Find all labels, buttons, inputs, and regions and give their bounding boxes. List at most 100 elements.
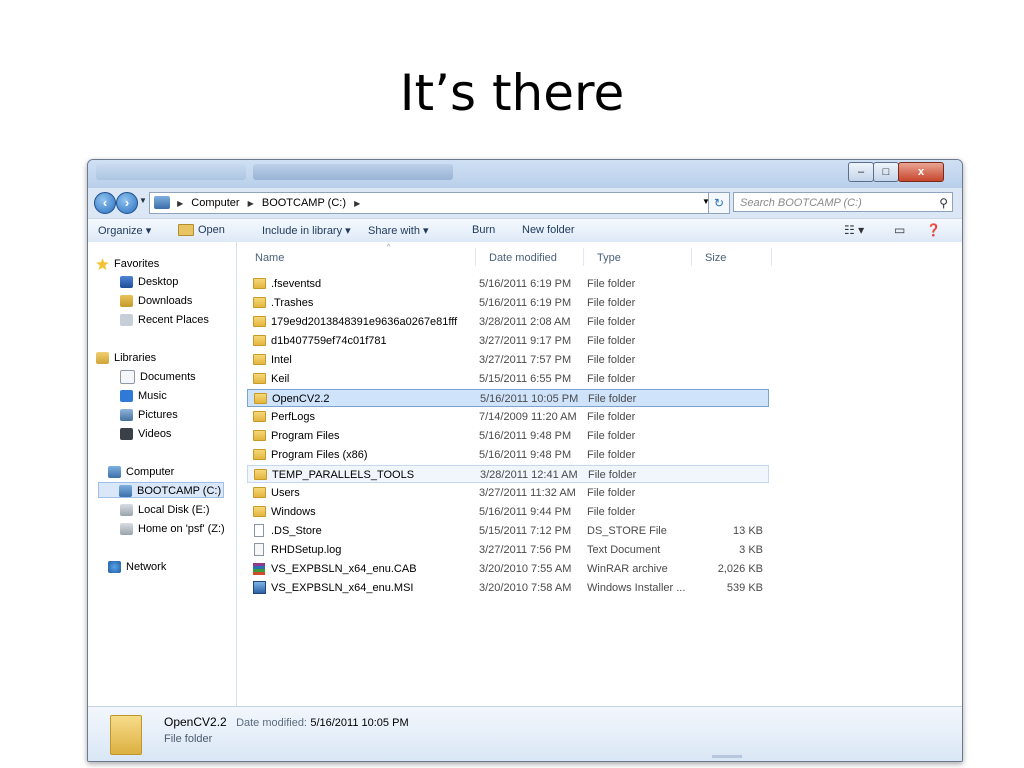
computer-icon [154, 196, 170, 209]
nav-documents[interactable]: Documents [120, 369, 196, 385]
column-divider[interactable] [771, 248, 772, 266]
close-button[interactable]: x [898, 162, 944, 182]
nav-recent-places[interactable]: Recent Places [120, 312, 209, 328]
column-header-date[interactable]: Date modified [489, 252, 557, 264]
cell-date: 3/20/2010 7:55 AM [479, 563, 572, 575]
cell-type: File folder [587, 278, 636, 290]
refresh-icon[interactable]: ↻ [708, 192, 730, 214]
computer-icon [108, 466, 121, 479]
nav-local-disk[interactable]: Local Disk (E:) [120, 502, 210, 518]
cell-name: d1b407759ef74c01f781 [271, 335, 387, 347]
cell-type: Text Document [587, 544, 661, 556]
nav-videos-label: Videos [138, 428, 172, 440]
folder-icon [253, 335, 266, 346]
forward-button[interactable]: › [116, 192, 138, 214]
title-bar: – □ x [88, 160, 962, 188]
cell-name: OpenCV2.2 [272, 393, 330, 405]
table-row[interactable]: Program Files 5/16/2011 9:48 PM File folde… [247, 427, 769, 445]
open-button[interactable]: Open [178, 224, 225, 237]
table-row[interactable]: Intel 3/27/2011 7:57 PM File folder [247, 351, 769, 369]
address-bar[interactable]: ▶ Computer ▶ BOOTCAMP (C:) ▶ [149, 192, 730, 214]
cell-name: VS_EXPBSLN_x64_enu.CAB [271, 563, 417, 575]
recent-pages-dropdown[interactable]: ▼ [139, 196, 147, 205]
nav-bootcamp-label: BOOTCAMP (C:) [137, 485, 222, 497]
folder-icon [253, 487, 266, 498]
folder-icon [253, 278, 266, 289]
new-folder-button[interactable]: New folder [522, 224, 575, 236]
details-name: OpenCV2.2 Date modified: 5/16/2011 10:05… [164, 715, 409, 729]
search-input[interactable]: Search BOOTCAMP (C:) ⚲ [733, 192, 953, 212]
table-row[interactable]: .DS_Store 5/15/2011 7:12 PM DS_STORE File 1… [247, 522, 769, 540]
breadcrumb-bootcamp[interactable]: BOOTCAMP (C:) [262, 197, 346, 209]
nav-music-label: Music [138, 390, 167, 402]
back-button[interactable]: ‹ [94, 192, 116, 214]
nav-home-psf[interactable]: Home on 'psf' (Z:) [120, 521, 225, 537]
cell-date: 5/16/2011 9:48 PM [479, 430, 572, 442]
nav-music[interactable]: Music [120, 388, 167, 404]
nav-libraries[interactable]: Libraries [96, 350, 156, 366]
folder-icon [254, 393, 267, 404]
installer-icon [253, 581, 266, 594]
nav-network-label: Network [126, 561, 167, 573]
column-header-name[interactable]: Name [255, 252, 284, 264]
nav-favorites[interactable]: Favorites [96, 256, 159, 272]
nav-videos[interactable]: Videos [120, 426, 171, 442]
cell-name: Intel [271, 354, 292, 366]
explorer-window: – □ x ‹ › ▼ ▶ Computer ▶ BOOTCAMP (C:) ▶… [87, 159, 963, 762]
help-icon[interactable]: ❓ [926, 223, 941, 237]
table-row[interactable]: OpenCV2.2 5/16/2011 10:05 PM File folder [247, 389, 769, 407]
table-row[interactable]: 179e9d2013848391e9636a0267e81fff 3/28/201… [247, 313, 769, 331]
preview-pane-icon[interactable]: ▭ [894, 223, 905, 237]
chevron-right-icon[interactable]: ▶ [177, 199, 183, 208]
table-row[interactable]: Users 3/27/2011 11:32 AM File folder [247, 484, 769, 502]
network-drive-icon [120, 523, 133, 536]
table-row[interactable]: Keil 5/15/2011 6:55 PM File folder [247, 370, 769, 388]
nav-pictures[interactable]: Pictures [120, 407, 178, 423]
folder-icon [253, 316, 266, 327]
search-icon[interactable]: ⚲ [939, 193, 948, 213]
nav-network[interactable]: Network [108, 559, 166, 575]
table-row[interactable]: Windows 5/16/2011 9:44 PM File folder [247, 503, 769, 521]
cell-name: Program Files (x86) [271, 449, 368, 461]
table-row[interactable]: VS_EXPBSLN_x64_enu.MSI 3/20/2010 7:58 AM W… [247, 579, 769, 597]
minimize-button[interactable]: – [848, 162, 874, 182]
column-header-size[interactable]: Size [705, 252, 726, 264]
table-row[interactable]: .Trashes 5/16/2011 6:19 PM File folder [247, 294, 769, 312]
taskbar-thumbnail [253, 164, 453, 180]
view-options-icon[interactable]: ☷ ▾ [844, 223, 864, 237]
organize-button[interactable]: Organize ▾ [98, 224, 151, 237]
burn-button[interactable]: Burn [472, 224, 495, 236]
nav-favorites-label: Favorites [114, 258, 160, 270]
nav-home-psf-label: Home on 'psf' (Z:) [138, 523, 225, 535]
folder-icon [253, 430, 266, 441]
table-row[interactable]: RHDSetup.log 3/27/2011 7:56 PM Text Docume… [247, 541, 769, 559]
scrollbar[interactable] [712, 755, 742, 758]
table-row[interactable]: d1b407759ef74c01f781 3/27/2011 9:17 PM Fil… [247, 332, 769, 350]
column-divider[interactable] [475, 248, 476, 266]
table-row[interactable]: PerfLogs 7/14/2009 11:20 AM File folder [247, 408, 769, 426]
chevron-right-icon[interactable]: ▶ [248, 199, 254, 208]
cell-name: PerfLogs [271, 411, 316, 423]
nav-downloads[interactable]: Downloads [120, 293, 192, 309]
downloads-icon [120, 295, 133, 308]
breadcrumb-computer[interactable]: Computer [191, 197, 239, 209]
column-divider[interactable] [691, 248, 692, 266]
include-in-library-button[interactable]: Include in library ▾ [262, 224, 351, 237]
share-with-button[interactable]: Share with ▾ [368, 224, 429, 237]
nav-bootcamp[interactable]: BOOTCAMP (C:) [98, 482, 224, 498]
folder-icon [253, 449, 266, 460]
chevron-right-icon[interactable]: ▶ [354, 199, 360, 208]
maximize-button[interactable]: □ [873, 162, 899, 182]
nav-desktop[interactable]: Desktop [120, 274, 178, 290]
table-row[interactable]: Program Files (x86) 5/16/2011 9:48 PM File… [247, 446, 769, 464]
column-divider[interactable] [583, 248, 584, 266]
column-header-type[interactable]: Type [597, 252, 621, 264]
nav-computer[interactable]: Computer [108, 464, 174, 480]
cell-date: 5/16/2011 9:48 PM [479, 449, 572, 461]
table-row[interactable]: VS_EXPBSLN_x64_enu.CAB 3/20/2010 7:55 AM W… [247, 560, 769, 578]
table-row[interactable]: .fseventsd 5/16/2011 6:19 PM File folder [247, 275, 769, 293]
nav-desktop-label: Desktop [138, 276, 179, 288]
address-row: ‹ › ▼ ▶ Computer ▶ BOOTCAMP (C:) ▶ ▼ ↻ S… [88, 188, 962, 216]
table-row[interactable]: TEMP_PARALLELS_TOOLS 3/28/2011 12:41 AM Fi… [247, 465, 769, 483]
cell-name: 179e9d2013848391e9636a0267e81fff [271, 316, 458, 328]
